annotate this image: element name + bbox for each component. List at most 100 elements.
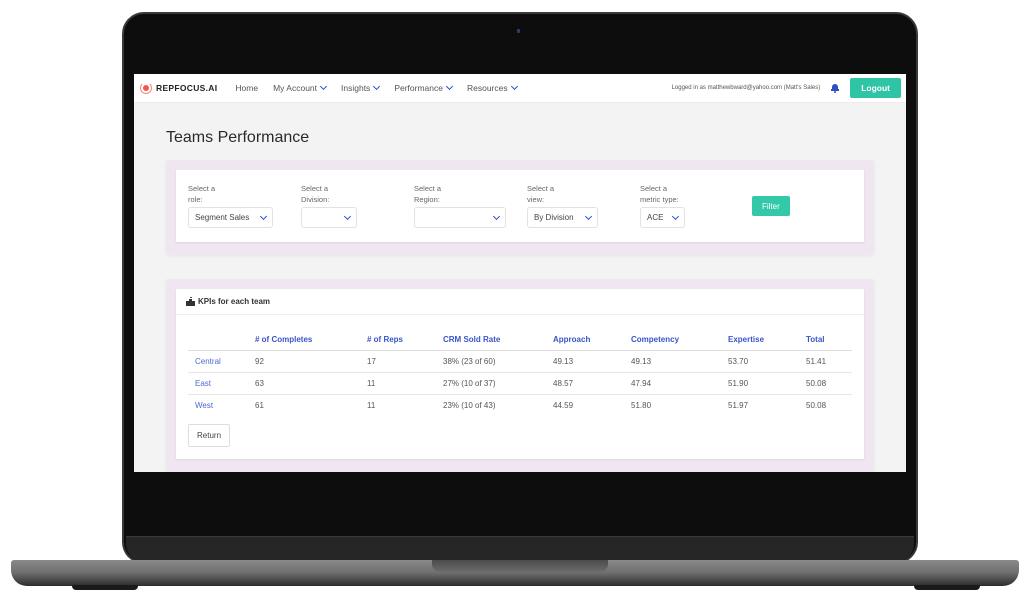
reps-cell: 17 <box>360 350 436 373</box>
column-header-total: Total <box>799 329 852 351</box>
nav-item-label: Insights <box>341 83 371 93</box>
column-header-completes: # of Completes <box>248 329 360 351</box>
kpi-table: # of Completes # of Reps CRM Sold Rate A… <box>188 329 852 417</box>
filter-action: Filter <box>752 183 790 230</box>
laptop-chin <box>126 536 914 562</box>
division-label-line1: Select a <box>301 184 329 193</box>
table-header-row: # of Completes # of Reps CRM Sold Rate A… <box>188 329 852 351</box>
metric-filter: Select a metric type: ACE <box>640 183 752 230</box>
competency-cell: 47.94 <box>624 372 721 395</box>
nav-item-label: My Account <box>273 83 318 93</box>
chevron-down-icon <box>510 82 518 91</box>
crm-cell: 38% (23 of 60) <box>436 350 546 373</box>
team-link-central[interactable]: Central <box>195 357 221 366</box>
view-filter: Select a view: By Division <box>527 183 640 230</box>
chevron-down-icon <box>671 212 680 220</box>
role-select[interactable]: Segment Sales <box>188 207 273 228</box>
table-row: East 63 11 27% (10 of 37) 48.57 47.94 51… <box>188 372 852 395</box>
brand-logo[interactable]: REPFOCUS.AI <box>140 82 217 94</box>
column-header-competency: Competency <box>624 329 721 351</box>
column-header-crm-sold-rate: CRM Sold Rate <box>436 329 546 351</box>
metric-select-value: ACE <box>647 213 664 222</box>
expertise-cell: 51.90 <box>721 372 799 395</box>
logged-in-status: Logged in as matthewbward@yahoo.com (Mat… <box>671 85 821 91</box>
chevron-down-icon <box>343 212 352 220</box>
metric-label-line2: metric type: <box>640 195 679 204</box>
team-cell: East <box>188 372 248 395</box>
completes-cell: 63 <box>248 372 360 395</box>
team-icon <box>186 296 195 306</box>
filter-panel-wrap: Select a role: Segment Sales Select a Di… <box>166 160 874 254</box>
kpi-heading-text: KPIs for each team <box>198 297 271 306</box>
crm-cell: 27% (10 of 37) <box>436 372 546 395</box>
kpi-panel: KPIs for each team # of Completes # of R… <box>176 289 864 459</box>
chevron-down-icon <box>492 212 501 220</box>
team-cell: West <box>188 395 248 417</box>
repfocus-logo-icon <box>140 82 152 94</box>
reps-cell: 11 <box>360 372 436 395</box>
screen: REPFOCUS.AI Home My Account Insights Per… <box>134 74 906 472</box>
role-filter: Select a role: Segment Sales <box>188 183 301 230</box>
return-button[interactable]: Return <box>188 423 231 447</box>
division-filter: Select a Division: <box>301 183 414 230</box>
region-select[interactable] <box>414 207 506 228</box>
total-cell: 50.08 <box>799 372 852 395</box>
region-filter: Select a Region: <box>414 183 527 230</box>
division-label-line2: Division: <box>301 195 330 204</box>
completes-cell: 61 <box>255 401 264 411</box>
laptop-notch <box>432 560 608 572</box>
team-link-west[interactable]: West <box>195 401 213 410</box>
nav-item-performance[interactable]: Performance <box>394 82 454 93</box>
chevron-down-icon <box>584 212 593 220</box>
metric-select[interactable]: ACE <box>640 207 685 228</box>
competency-cell: 51.80 <box>631 401 652 411</box>
kpi-panel-wrap: KPIs for each team # of Completes # of R… <box>166 279 874 471</box>
division-select[interactable] <box>301 207 357 228</box>
total-cell: 50.08 <box>806 401 827 411</box>
view-select[interactable]: By Division <box>527 207 598 228</box>
nav-item-resources[interactable]: Resources <box>467 82 518 93</box>
logout-button[interactable]: Logout <box>850 78 901 98</box>
bell-icon[interactable] <box>830 83 840 93</box>
expertise-cell: 53.70 <box>721 350 799 373</box>
chevron-down-icon <box>319 82 328 91</box>
region-label-line1: Select a <box>414 184 442 193</box>
expertise-cell: 51.97 <box>728 401 749 411</box>
view-label-line1: Select a <box>527 184 555 193</box>
team-link-east[interactable]: East <box>195 379 211 388</box>
approach-cell: 49.13 <box>546 350 624 373</box>
page-title: Teams Performance <box>166 129 310 146</box>
approach-cell: 44.59 <box>553 401 574 411</box>
nav-item-label: Home <box>235 83 259 93</box>
laptop-foot <box>72 585 138 590</box>
role-label-line2: role: <box>188 195 203 204</box>
chevron-down-icon <box>445 82 454 91</box>
nav-item-my-account[interactable]: My Account <box>273 82 328 93</box>
nav-right: Logged in as matthewbward@yahoo.com (Mat… <box>672 78 901 98</box>
table-row: West 61 11 23% (10 of 43) 44.59 51.80 51… <box>188 395 852 417</box>
total-cell: 51.41 <box>799 350 852 373</box>
team-cell: Central <box>188 350 248 373</box>
chevron-down-icon <box>373 82 381 91</box>
completes-cell: 92 <box>248 350 360 373</box>
approach-cell: 48.57 <box>546 372 624 395</box>
view-select-value: By Division <box>534 213 574 222</box>
brand-name: REPFOCUS.AI <box>156 83 218 93</box>
main-content: Teams Performance Select a role: Segment… <box>134 129 906 471</box>
camera-icon <box>517 29 520 33</box>
filter-panel: Select a role: Segment Sales Select a Di… <box>176 170 864 242</box>
table-row: Central 92 17 38% (23 of 60) 49.13 49.13… <box>188 350 852 373</box>
nav-item-insights[interactable]: Insights <box>341 82 381 93</box>
competency-cell: 49.13 <box>624 350 721 373</box>
column-header-team <box>188 329 248 351</box>
role-select-value: Segment Sales <box>195 213 250 222</box>
filter-button[interactable]: Filter <box>752 196 790 216</box>
laptop-foot <box>914 585 980 590</box>
top-navbar: REPFOCUS.AI Home My Account Insights Per… <box>134 74 906 103</box>
column-header-reps: # of Reps <box>360 329 436 351</box>
reps-cell: 11 <box>367 401 376 411</box>
nav-item-label: Performance <box>394 83 443 93</box>
nav-item-home[interactable]: Home <box>235 83 258 93</box>
crm-cell: 23% (10 of 43) <box>443 401 496 411</box>
metric-label-line1: Select a <box>640 184 668 193</box>
